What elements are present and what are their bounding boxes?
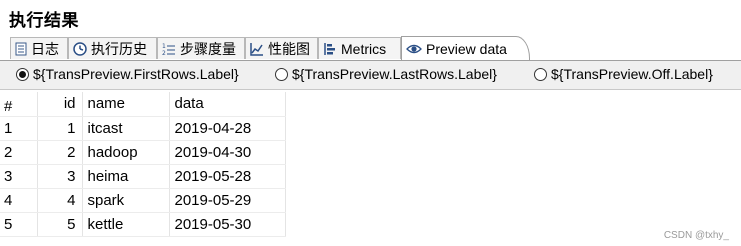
radio-button[interactable] (275, 67, 288, 81)
table-header-row: # id name data (0, 92, 286, 117)
cell-name[interactable]: kettle (82, 212, 170, 237)
column-header-id[interactable]: id (37, 92, 83, 117)
radio-first-rows[interactable]: ${TransPreview.FirstRows.Label} (16, 66, 239, 82)
cell-id[interactable]: 5 (37, 212, 83, 237)
cell-data[interactable]: 2019-04-30 (169, 140, 286, 165)
eye-icon (406, 43, 422, 55)
column-header-row-number[interactable]: # (0, 92, 38, 117)
tab-performance[interactable]: 性能图 (245, 37, 318, 59)
tab-bar: 日志 执行历史 12 步骤度量 性能图 Metrics Preview data (0, 35, 741, 61)
cell-id[interactable]: 4 (37, 188, 83, 213)
radio-last-rows[interactable]: ${TransPreview.LastRows.Label} (275, 66, 497, 82)
tab-log[interactable]: 日志 (10, 37, 68, 59)
row-number: 1 (0, 116, 38, 141)
tab-step-metrics[interactable]: 12 步骤度量 (157, 37, 245, 59)
svg-text:2: 2 (162, 50, 166, 56)
tab-label: 步骤度量 (180, 40, 236, 57)
tab-label: 性能图 (268, 40, 310, 57)
table-row[interactable]: 1 1 itcast 2019-04-28 (0, 116, 286, 141)
tab-label: 日志 (31, 40, 59, 57)
tab-label: Metrics (341, 40, 387, 57)
performance-chart-icon (250, 42, 264, 56)
radio-off[interactable]: ${TransPreview.Off.Label} (534, 66, 713, 82)
radio-label: ${TransPreview.FirstRows.Label} (33, 66, 239, 82)
cell-data[interactable]: 2019-04-28 (169, 116, 286, 141)
tab-label: Preview data (426, 40, 507, 57)
radio-button[interactable] (534, 67, 547, 81)
metrics-icon (323, 42, 337, 56)
tab-preview-data[interactable]: Preview data (401, 36, 530, 60)
radio-label: ${TransPreview.Off.Label} (551, 66, 713, 82)
row-number: 2 (0, 140, 38, 165)
row-number: 4 (0, 188, 38, 213)
watermark: CSDN @txhy_ (663, 230, 729, 241)
history-icon (73, 41, 87, 56)
cell-name[interactable]: spark (82, 188, 170, 213)
cell-data[interactable]: 2019-05-30 (169, 212, 286, 237)
radio-label: ${TransPreview.LastRows.Label} (292, 66, 497, 82)
preview-options-bar: ${TransPreview.FirstRows.Label} ${TransP… (0, 61, 741, 90)
tab-metrics[interactable]: Metrics (318, 37, 401, 59)
cell-data[interactable]: 2019-05-28 (169, 164, 286, 189)
cell-id[interactable]: 3 (37, 164, 83, 189)
column-header-name[interactable]: name (82, 92, 170, 117)
table-row[interactable]: 4 4 spark 2019-05-29 (0, 188, 286, 213)
cell-data[interactable]: 2019-05-29 (169, 188, 286, 213)
cell-id[interactable]: 1 (37, 116, 83, 141)
svg-text:1: 1 (162, 43, 166, 50)
step-metrics-icon: 12 (162, 42, 176, 56)
table-row[interactable]: 2 2 hadoop 2019-04-30 (0, 140, 286, 165)
table-row[interactable]: 5 5 kettle 2019-05-30 (0, 212, 286, 237)
table-row[interactable]: 3 3 heima 2019-05-28 (0, 164, 286, 189)
column-header-data[interactable]: data (169, 92, 286, 117)
cell-name[interactable]: heima (82, 164, 170, 189)
panel-title: 执行结果 (9, 11, 79, 30)
cell-name[interactable]: itcast (82, 116, 170, 141)
preview-data-table: # id name data 1 1 itcast 2019-04-28 2 2… (0, 92, 286, 237)
radio-button-selected[interactable] (16, 67, 29, 81)
cell-id[interactable]: 2 (37, 140, 83, 165)
tab-label: 执行历史 (91, 40, 147, 57)
row-number: 3 (0, 164, 38, 189)
row-number: 5 (0, 212, 38, 237)
tab-history[interactable]: 执行历史 (68, 37, 157, 59)
log-icon (15, 42, 27, 56)
cell-name[interactable]: hadoop (82, 140, 170, 165)
